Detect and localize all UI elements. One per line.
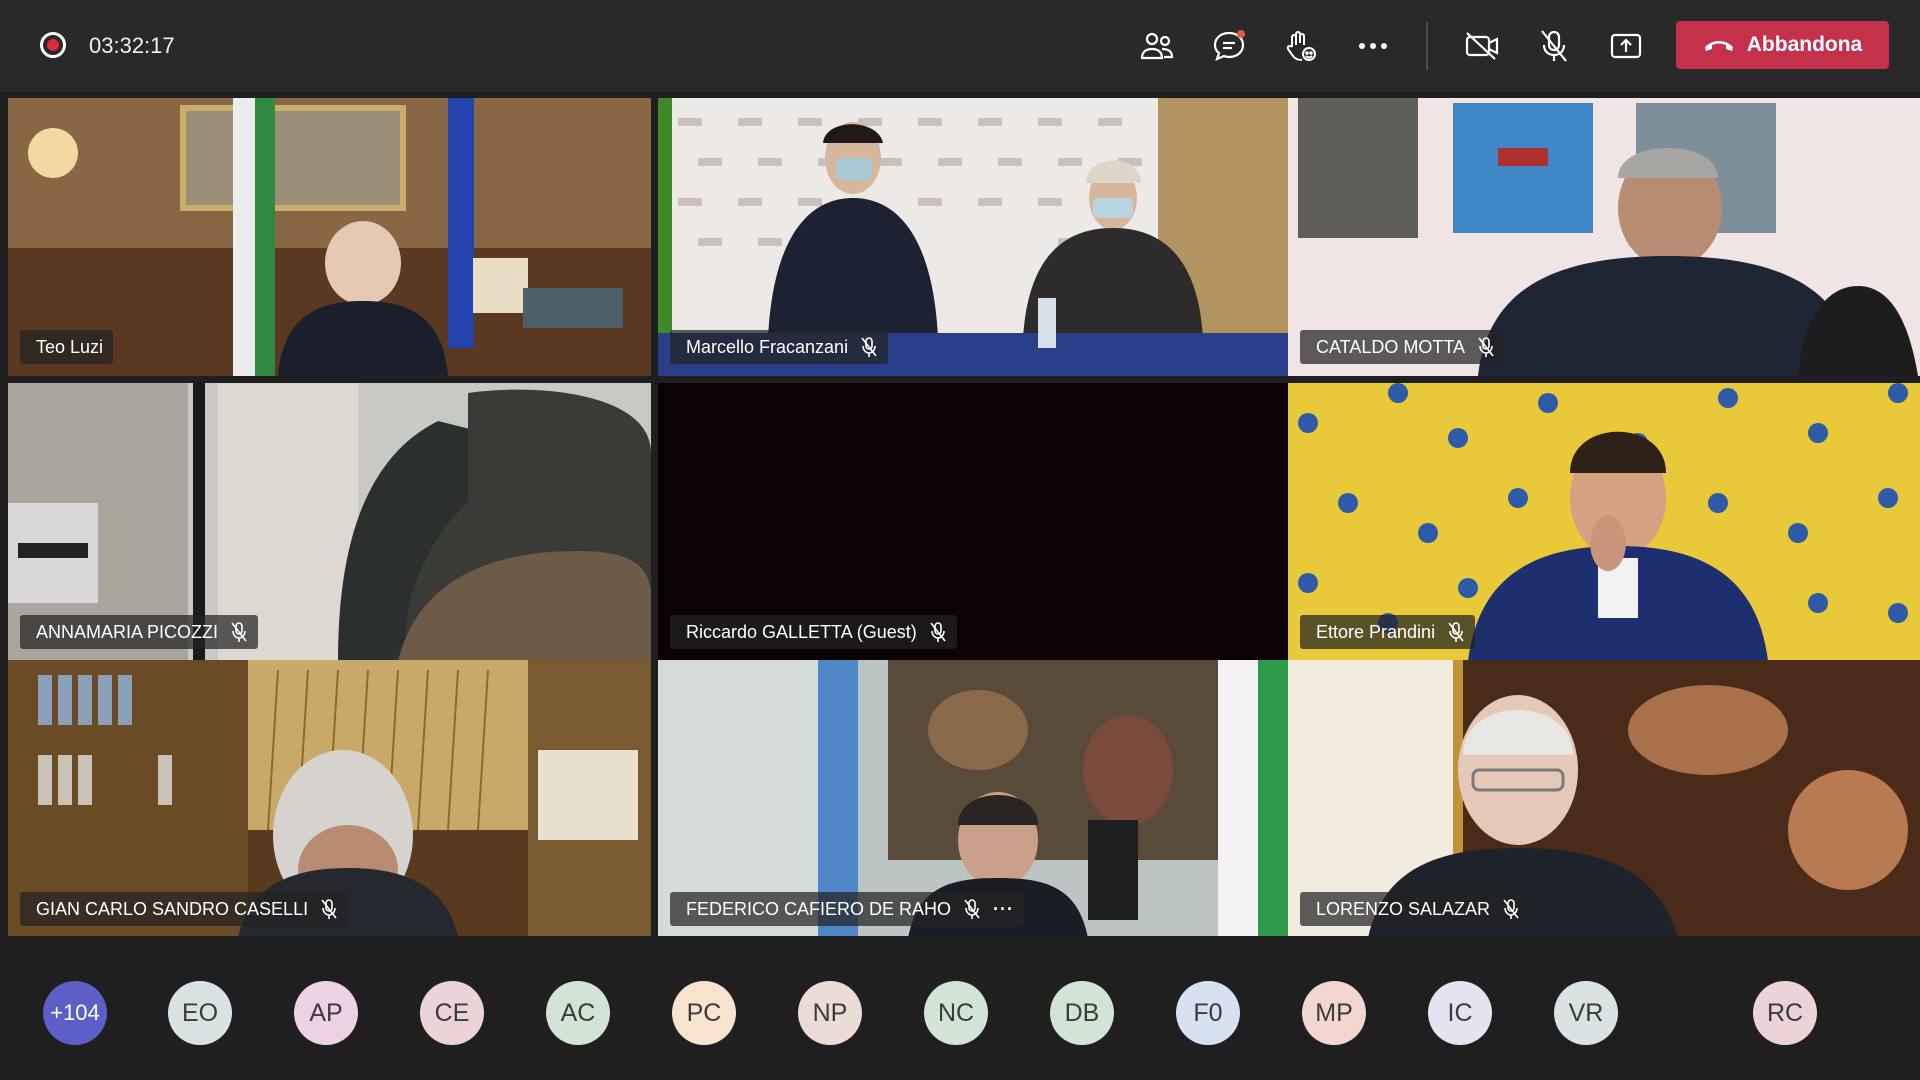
share-screen-icon bbox=[1610, 33, 1642, 59]
tile-more-options-button[interactable]: ··· bbox=[993, 899, 1014, 920]
share-screen-button[interactable] bbox=[1602, 22, 1650, 70]
mic-off-icon bbox=[1541, 30, 1567, 62]
video-grid: Teo Luzi Marcello Fracanzani CATALDO MOT… bbox=[8, 98, 1920, 938]
participant-name: Marcello Fracanzani bbox=[686, 336, 849, 357]
video-tile[interactable]: FEDERICO CAFIERO DE RAHO ··· bbox=[658, 660, 1301, 938]
camera-off-icon bbox=[1465, 32, 1499, 60]
video-tile[interactable]: Riccardo GALLETTA (Guest) bbox=[658, 383, 1301, 661]
mic-muted-icon bbox=[1448, 622, 1464, 642]
participant-name: CATALDO MOTTA bbox=[1316, 336, 1466, 357]
hangup-icon bbox=[1704, 41, 1733, 51]
participant-avatar[interactable]: VR bbox=[1554, 981, 1618, 1045]
participant-name: Teo Luzi bbox=[36, 336, 104, 357]
more-participants-badge[interactable]: +104 bbox=[43, 981, 107, 1045]
participant-name: FEDERICO CAFIERO DE RAHO bbox=[686, 898, 952, 919]
participant-avatar[interactable]: F0 bbox=[1176, 981, 1240, 1045]
leave-meeting-button[interactable]: Abbandona bbox=[1676, 21, 1889, 69]
participant-avatar[interactable]: AP bbox=[294, 981, 358, 1045]
more-options-icon bbox=[1359, 43, 1387, 49]
video-tile[interactable]: GIAN CARLO SANDRO CASELLI bbox=[8, 660, 651, 938]
participant-name: Riccardo GALLETTA (Guest) bbox=[686, 621, 917, 642]
reactions-button[interactable] bbox=[1277, 22, 1325, 70]
participant-avatar[interactable]: NC bbox=[924, 981, 988, 1045]
toolbar-divider bbox=[1426, 22, 1428, 70]
recording-indicator-icon bbox=[40, 32, 66, 58]
leave-label: Abbandona bbox=[1746, 33, 1863, 56]
participant-name-tag: CATALDO MOTTA bbox=[1300, 330, 1506, 364]
participant-avatar[interactable]: NP bbox=[798, 981, 862, 1045]
participant-avatar[interactable]: EO bbox=[168, 981, 232, 1045]
chat-button[interactable] bbox=[1205, 22, 1253, 70]
chat-icon bbox=[1213, 30, 1245, 61]
participant-avatar[interactable]: AC bbox=[546, 981, 610, 1045]
video-tile[interactable]: Teo Luzi bbox=[8, 98, 651, 376]
video-tile[interactable]: Marcello Fracanzani bbox=[658, 98, 1301, 376]
participant-avatar[interactable]: MP bbox=[1302, 981, 1366, 1045]
meeting-toolbar: 03:32:17 Abbandona bbox=[0, 0, 1920, 92]
mic-muted-icon bbox=[930, 622, 946, 642]
video-tile[interactable]: Ettore Prandini bbox=[1288, 383, 1920, 661]
participant-avatar[interactable]: IC bbox=[1428, 981, 1492, 1045]
mic-muted-icon bbox=[321, 899, 337, 919]
raise-hand-icon bbox=[1286, 31, 1316, 61]
participant-name-tag: Marcello Fracanzani bbox=[670, 330, 889, 364]
participant-name-tag: Ettore Prandini bbox=[1300, 615, 1476, 649]
participant-name-tag: Teo Luzi bbox=[20, 330, 114, 364]
mic-muted-icon bbox=[231, 622, 247, 642]
video-tile[interactable]: LORENZO SALAZAR bbox=[1288, 660, 1920, 938]
participant-name-tag: FEDERICO CAFIERO DE RAHO ··· bbox=[670, 892, 1025, 926]
participant-avatar[interactable]: RC bbox=[1753, 981, 1817, 1045]
mic-muted-icon bbox=[1503, 899, 1519, 919]
participant-avatar[interactable]: DB bbox=[1050, 981, 1114, 1045]
mic-muted-icon bbox=[861, 337, 877, 357]
camera-toggle-button[interactable] bbox=[1458, 22, 1506, 70]
more-options-button[interactable] bbox=[1349, 22, 1397, 70]
participant-name: Ettore Prandini bbox=[1316, 621, 1436, 642]
participants-icon bbox=[1140, 32, 1174, 60]
mic-muted-icon bbox=[964, 899, 980, 919]
video-tile[interactable]: ANNAMARIA PICOZZI bbox=[8, 383, 651, 661]
participant-avatar[interactable]: PC bbox=[672, 981, 736, 1045]
participant-name: LORENZO SALAZAR bbox=[1316, 898, 1491, 919]
video-tile[interactable]: CATALDO MOTTA bbox=[1288, 98, 1920, 376]
participant-name-tag: LORENZO SALAZAR bbox=[1300, 892, 1531, 926]
participant-name: GIAN CARLO SANDRO CASELLI bbox=[36, 898, 309, 919]
participant-name-tag: GIAN CARLO SANDRO CASELLI bbox=[20, 892, 349, 926]
participant-name: ANNAMARIA PICOZZI bbox=[36, 621, 219, 642]
meeting-timer: 03:32:17 bbox=[89, 33, 175, 58]
participant-name-tag: ANNAMARIA PICOZZI bbox=[20, 615, 259, 649]
participants-button[interactable] bbox=[1133, 22, 1181, 70]
participant-avatar[interactable]: CE bbox=[420, 981, 484, 1045]
mic-toggle-button[interactable] bbox=[1530, 22, 1578, 70]
participant-name-tag: Riccardo GALLETTA (Guest) bbox=[670, 615, 957, 649]
mic-muted-icon bbox=[1478, 337, 1494, 357]
